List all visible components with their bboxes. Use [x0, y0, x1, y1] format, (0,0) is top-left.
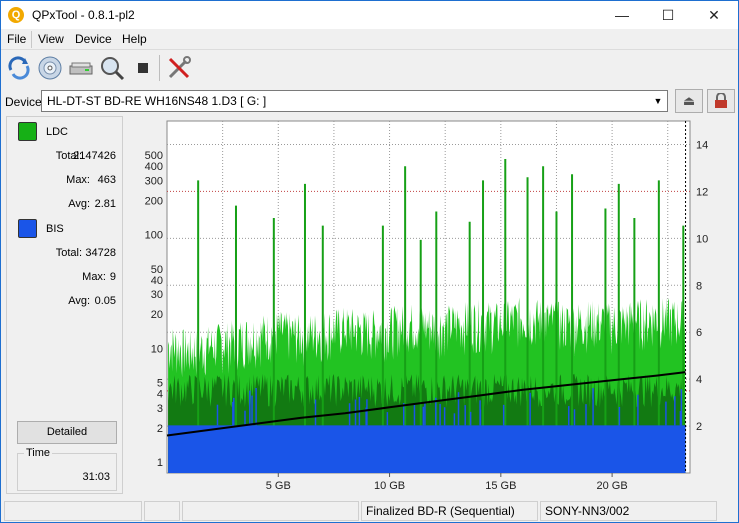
y-left-tick-label: 300	[145, 175, 163, 187]
y-right-tick-label: 4	[696, 374, 702, 386]
y-left-tick-label: 1	[157, 457, 163, 469]
y-left-tick-label: 30	[151, 289, 163, 301]
app-logo-icon: Q	[8, 7, 24, 23]
bis-max-label: Max:	[82, 271, 106, 283]
ldc-color-swatch	[18, 122, 37, 141]
device-label: Device:	[5, 95, 46, 109]
y-left-tick-label: 10	[151, 343, 163, 355]
y-left-tick-label: 500	[145, 150, 163, 162]
menu-device[interactable]: Device	[75, 32, 112, 46]
menu-view[interactable]: View	[38, 32, 64, 46]
ldc-avg-label: Avg:	[68, 198, 90, 210]
x-tick-label: 5 GB	[266, 480, 291, 492]
bis-color-swatch	[18, 219, 37, 238]
y-right-tick-label: 2	[696, 421, 702, 433]
bis-area	[168, 425, 686, 473]
bis-max-value: 9	[109, 271, 116, 283]
scan-chart-svg: 1234510203040501002003004005002468101214…	[145, 120, 708, 492]
ldc-label: LDC	[46, 126, 69, 138]
y-left-tick-label: 2	[157, 423, 163, 435]
tools-icon[interactable]	[165, 54, 193, 82]
device-select-value: HL-DT-ST BD-RE WH16NS48 1.D3 [ G: ]	[47, 94, 267, 108]
bis-label: BIS	[46, 223, 64, 235]
time-value: 31:03	[82, 471, 110, 483]
ldc-total-value: 2147426	[73, 150, 116, 162]
status-cell-2	[144, 501, 180, 521]
y-left-tick-label: 5	[157, 378, 163, 390]
toolbar	[1, 51, 738, 87]
menu-help[interactable]: Help	[122, 32, 147, 46]
ldc-avg-value: 2.81	[94, 198, 116, 210]
y-right-tick-label: 12	[696, 186, 708, 198]
status-cell-1	[4, 501, 142, 521]
lock-icon	[715, 92, 727, 108]
stop-icon[interactable]	[129, 54, 157, 82]
ldc-max-label: Max:	[66, 174, 90, 186]
bis-total-value: 34728	[85, 247, 116, 259]
close-button[interactable]: ✕	[691, 1, 737, 29]
bis-avg-label: Avg:	[68, 295, 90, 307]
y-left-tick-label: 20	[151, 309, 163, 321]
minimize-button[interactable]: —	[599, 1, 645, 29]
chevron-down-icon[interactable]: ▼	[651, 93, 665, 109]
drive-icon[interactable]	[67, 54, 95, 82]
y-right-tick-label: 14	[696, 139, 708, 151]
eject-icon: ⏏	[682, 93, 696, 108]
scan-magnifier-icon[interactable]	[98, 54, 126, 82]
media-id: SONY-NN3/002	[540, 501, 717, 521]
y-left-tick-label: 200	[145, 195, 163, 207]
y-left-tick-label: 4	[157, 389, 163, 401]
menu-file[interactable]: File	[7, 32, 26, 46]
maximize-button[interactable]: ☐	[645, 1, 691, 29]
y-left-tick-label: 100	[145, 230, 163, 242]
refresh-icon[interactable]	[5, 54, 33, 82]
disc-status: Finalized BD-R (Sequential)	[361, 501, 538, 521]
detailed-button[interactable]: Detailed	[17, 421, 117, 444]
disc-icon[interactable]	[36, 54, 64, 82]
app-window: Q QPxTool - 0.8.1-pl2 — ☐ ✕ File View De…	[0, 0, 739, 523]
toolbar-separator	[159, 55, 160, 81]
menu-bar: File View Device Help	[1, 29, 738, 50]
y-right-tick-label: 8	[696, 280, 702, 292]
lock-button[interactable]	[707, 89, 735, 113]
y-right-tick-label: 10	[696, 233, 708, 245]
ldc-max-value: 463	[97, 174, 116, 186]
window-title: QPxTool - 0.8.1-pl2	[32, 8, 135, 22]
eject-button[interactable]: ⏏	[675, 89, 703, 113]
y-right-tick-label: 6	[696, 327, 702, 339]
x-tick-label: 10 GB	[374, 480, 405, 492]
bis-avg-value: 0.05	[94, 295, 116, 307]
y-left-tick-label: 40	[151, 275, 163, 287]
time-group: Time 31:03	[17, 447, 117, 491]
title-bar: Q QPxTool - 0.8.1-pl2 — ☐ ✕	[1, 1, 738, 29]
x-tick-label: 20 GB	[597, 480, 628, 492]
x-tick-label: 15 GB	[485, 480, 516, 492]
menu-separator	[31, 31, 32, 48]
y-left-tick-label: 400	[145, 161, 163, 173]
scan-chart: 1 2 3 4 5 10 20 30 40 50 100 200 300 400 500 2 4 6 8 10 12 14…	[127, 116, 734, 498]
y-left-tick-label: 50	[151, 264, 163, 276]
y-left-tick-label: 3	[157, 403, 163, 415]
time-label: Time	[24, 447, 53, 459]
status-cell-3	[182, 501, 359, 521]
status-bar: Finalized BD-R (Sequential) SONY-NN3/002	[1, 499, 738, 523]
device-select[interactable]: HL-DT-ST BD-RE WH16NS48 1.D3 [ G: ] ▼	[41, 90, 668, 112]
bis-total-label: Total:	[55, 247, 82, 259]
